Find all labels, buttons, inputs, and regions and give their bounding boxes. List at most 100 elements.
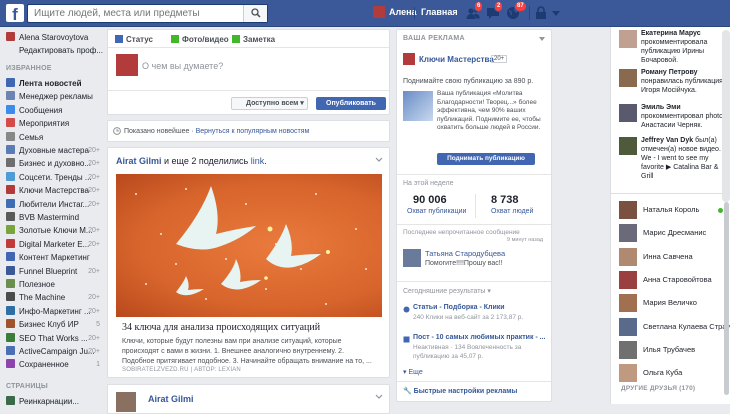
story-link-title[interactable]: 34 ключа для анализа происходящих ситуац… bbox=[122, 322, 320, 333]
chat-friend[interactable]: Инна Савчена bbox=[619, 247, 723, 266]
group-icon bbox=[6, 212, 15, 221]
sidebar-item[interactable]: Лента новостей bbox=[6, 77, 104, 90]
story-author[interactable]: Airat Gilmi bbox=[116, 156, 162, 166]
sidebar-item-count: 20+ bbox=[88, 160, 100, 168]
sidebar-item[interactable]: Инфо-Маркетинг ... 20+ bbox=[6, 305, 104, 318]
facebook-logo-icon[interactable]: f bbox=[6, 4, 24, 22]
story-author[interactable]: Airat Gilmi bbox=[148, 394, 194, 404]
sidebar-item[interactable]: SEO That Works ... 20+ bbox=[6, 332, 104, 345]
tab-status[interactable]: Статус bbox=[115, 35, 153, 44]
ad-page-name[interactable]: Ключи Мастерства bbox=[419, 55, 494, 64]
ads-panel: ВАША РЕКЛАМА Ключи Мастерства 20+ Подним… bbox=[396, 29, 552, 402]
notifications-button[interactable]: 87 bbox=[506, 1, 527, 20]
avatar[interactable] bbox=[116, 392, 136, 412]
avatar bbox=[403, 249, 421, 267]
message-sender[interactable]: Татьяна Стародубцева bbox=[425, 249, 505, 258]
tab-note-label: Заметка bbox=[243, 35, 276, 44]
quick-ad-settings[interactable]: 🔧 Быстрые настройки рекламы bbox=[403, 387, 517, 395]
privacy-selector[interactable]: Доступно всем ▾ bbox=[231, 97, 308, 110]
sidebar-edit-profile[interactable]: Редактировать проф... bbox=[6, 44, 104, 57]
chat-friend[interactable]: Светлана Кулаева Страусс bbox=[619, 317, 730, 336]
news-feed-icon bbox=[6, 78, 15, 87]
sidebar-item-label: Соцсети. Тренды ... bbox=[19, 172, 92, 182]
sidebar-item-label: Мероприятия bbox=[19, 119, 70, 129]
account-menu-button[interactable] bbox=[552, 9, 560, 19]
more-link[interactable]: ▾ Еще bbox=[403, 368, 423, 376]
chat-friend[interactable]: Илья Трубачев bbox=[619, 340, 723, 359]
sidebar-item[interactable]: Сохраненное 1 bbox=[6, 358, 104, 371]
result1-title[interactable]: Статьи - Подборка - Клики bbox=[413, 304, 505, 311]
sidebar-item[interactable]: The Machine 20+ bbox=[6, 291, 104, 304]
story-link-image[interactable] bbox=[116, 174, 382, 317]
ticker-name: Екатерина Марус bbox=[641, 30, 701, 37]
reach-label[interactable]: Охват публикации bbox=[407, 208, 466, 215]
sidebar-item[interactable]: Золотые Ключи М... 20+ bbox=[6, 224, 104, 237]
chat-friend[interactable]: Ольга Куба bbox=[619, 364, 723, 383]
search-box[interactable] bbox=[27, 4, 268, 23]
tab-photo-video[interactable]: Фото/видео bbox=[171, 35, 229, 44]
sidebar-item[interactable]: Полезное bbox=[6, 278, 104, 291]
sidebar-page-item[interactable]: Реинкарнации... bbox=[6, 395, 104, 408]
tab-note[interactable]: Заметка bbox=[232, 35, 275, 44]
pencil-icon bbox=[6, 45, 15, 54]
ticker-scrollbar[interactable] bbox=[722, 30, 730, 202]
friend-requests-button[interactable]: 6 bbox=[466, 1, 484, 20]
top-bar: f Алена Главная 6 2 87 bbox=[0, 0, 730, 27]
caret-down-icon bbox=[552, 11, 560, 16]
composer-input[interactable]: О чем вы думаете? bbox=[142, 61, 223, 71]
sidebar-item-label: Бизнес и духовно... bbox=[19, 159, 91, 169]
chat-friend[interactable]: Марис Дресманис bbox=[619, 224, 723, 243]
sort-status: Показано новейшее · bbox=[124, 128, 196, 135]
chevron-down-icon[interactable] bbox=[375, 157, 383, 163]
story-link-word[interactable]: link bbox=[251, 156, 265, 166]
post-button[interactable]: Опубликовать bbox=[316, 97, 386, 110]
chat-friend[interactable]: Наталья Король bbox=[619, 201, 723, 219]
search-input[interactable] bbox=[28, 5, 238, 22]
group-icon bbox=[6, 171, 15, 181]
avatar bbox=[619, 294, 637, 313]
sidebar-item[interactable]: ActiveCampaign Ju... 20+ bbox=[6, 345, 104, 358]
result2-title[interactable]: Пост - 10 самых любимых практик - ... bbox=[413, 334, 546, 341]
sidebar-item-label: Лента новостей bbox=[19, 79, 82, 88]
page-icon bbox=[6, 185, 15, 195]
sidebar-item[interactable]: Сообщения bbox=[6, 104, 104, 117]
chat-friend[interactable]: Мария Величко bbox=[619, 294, 723, 313]
sidebar-item[interactable]: Духовные мастера 20+ bbox=[6, 144, 104, 157]
sidebar-item[interactable]: Digital Marketer E... 20+ bbox=[6, 238, 104, 251]
sidebar-item[interactable]: Менеджер рекламы bbox=[6, 90, 104, 103]
search-button[interactable] bbox=[243, 5, 267, 22]
chat-friend[interactable]: Анна Старовойтова bbox=[619, 270, 723, 289]
home-link[interactable]: Главная bbox=[421, 7, 458, 17]
sidebar-item[interactable]: Любители Инстаг... 20+ bbox=[6, 198, 104, 211]
people-label[interactable]: Охват людей bbox=[491, 208, 533, 215]
chat-scrollbar[interactable] bbox=[724, 202, 729, 395]
sidebar-item-label: Сообщения bbox=[19, 105, 63, 115]
chevron-down-icon[interactable] bbox=[375, 394, 383, 400]
top-stories-link[interactable]: Вернуться к популярным новостям bbox=[196, 128, 310, 135]
user-avatar[interactable] bbox=[373, 6, 385, 18]
sidebar-item[interactable]: Мероприятия bbox=[6, 117, 104, 130]
boost-post-button[interactable]: Поднимать публикацию bbox=[437, 153, 535, 165]
sidebar-item[interactable]: Ключи Мастерства 20+ bbox=[6, 184, 104, 197]
sidebar-item-count: 20+ bbox=[88, 267, 100, 275]
note-icon bbox=[232, 35, 240, 43]
results-header[interactable]: Сегодняшние результаты ▾ bbox=[403, 287, 491, 295]
sidebar-item[interactable]: Funnel Blueprint 20+ bbox=[6, 265, 104, 278]
sidebar-item[interactable]: BVB Mastermind bbox=[6, 211, 104, 224]
messages-button[interactable]: 2 bbox=[486, 1, 504, 20]
privacy-shortcuts-button[interactable] bbox=[535, 6, 547, 22]
sidebar-profile[interactable]: Alena Starovoytova bbox=[6, 31, 104, 44]
sidebar-item[interactable]: Контент Маркетинг bbox=[6, 251, 104, 264]
sidebar-item[interactable]: Бизнес и духовно... 20+ bbox=[6, 157, 104, 170]
sidebar-item[interactable]: Бизнес Клуб ИР 5 bbox=[6, 318, 104, 331]
sidebar-item-label: Сохраненное bbox=[19, 360, 69, 370]
sidebar-item[interactable]: Семья bbox=[6, 131, 104, 144]
unread-time: 9 минут назад bbox=[507, 237, 544, 243]
sidebar-item-label: Семья bbox=[19, 132, 44, 142]
pages-header: СТРАНИЦЫ bbox=[6, 383, 48, 390]
avatar bbox=[619, 364, 637, 383]
avatar bbox=[619, 224, 637, 243]
sidebar-item[interactable]: Соцсети. Тренды ... 20+ bbox=[6, 171, 104, 184]
profile-link[interactable]: Алена bbox=[389, 7, 417, 17]
caret-down-icon[interactable] bbox=[539, 37, 545, 41]
